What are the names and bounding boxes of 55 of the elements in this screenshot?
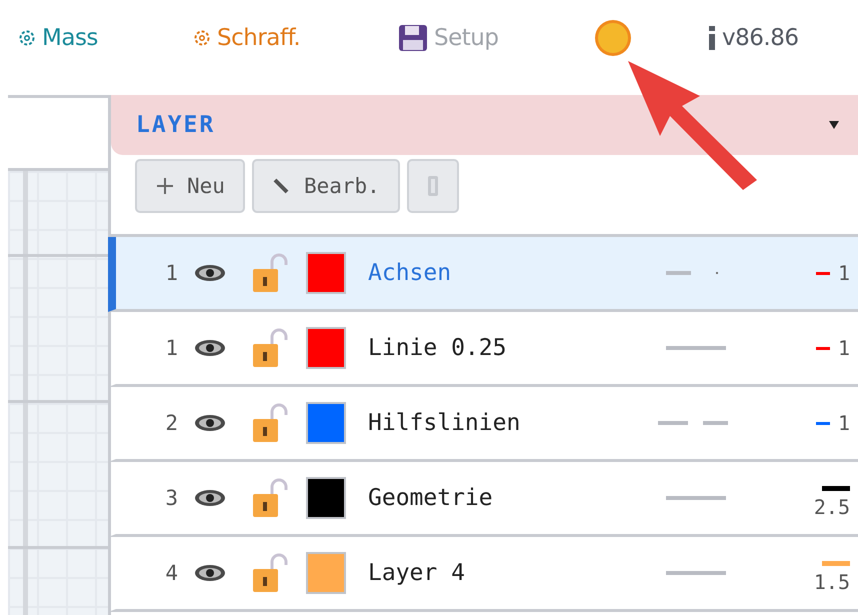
line-width-sample [816, 422, 830, 424]
color-swatch[interactable] [306, 402, 346, 444]
theme-toggle-button[interactable] [593, 18, 633, 58]
line-width-value: 1 [838, 261, 850, 285]
color-swatch[interactable] [306, 252, 346, 294]
layer-number: 3 [164, 486, 178, 510]
line-width-sample [822, 486, 850, 490]
unlocked-padlock-icon[interactable] [252, 403, 290, 443]
line-width-value: 2.5 [814, 494, 850, 518]
toolbar-button[interactable]: Mass [18, 24, 98, 50]
version-button[interactable]: v86.86 [708, 24, 798, 50]
eye-icon[interactable] [194, 339, 226, 357]
unlocked-padlock-icon[interactable] [252, 253, 290, 293]
layer-name: Achsen [368, 260, 452, 286]
layer-row[interactable]: 1 Linie 0.25 1 [108, 312, 858, 387]
eye-icon[interactable] [194, 564, 226, 582]
line-width-sample [816, 272, 830, 274]
unlocked-padlock-icon[interactable] [252, 328, 290, 368]
line-width-value: 1 [838, 411, 850, 435]
plus-icon [155, 176, 175, 196]
eye-icon[interactable] [194, 264, 226, 282]
sun-icon [593, 18, 633, 58]
layer-number: 2 [164, 411, 178, 435]
line-width-value: 1 [838, 336, 850, 360]
line-width-sample [816, 346, 830, 350]
line-width-value: 1.5 [814, 570, 850, 594]
color-swatch[interactable] [306, 327, 346, 369]
unlocked-padlock-icon[interactable] [252, 553, 290, 593]
layer-name: Layer 4 [368, 560, 466, 586]
eye-icon[interactable] [194, 489, 226, 507]
info-icon [708, 26, 716, 50]
unlocked-padlock-icon[interactable] [252, 478, 290, 518]
layer-row[interactable]: 2 Hilfslinien 1 [108, 387, 858, 462]
caret-down-icon [828, 120, 840, 130]
layer-number: 4 [164, 561, 178, 585]
layer-number: 1 [164, 261, 178, 285]
line-style-preview [658, 420, 728, 426]
line-width-sample [822, 560, 850, 566]
gear-icon [193, 28, 211, 46]
layer-row[interactable]: 3 Geometrie 2.5 [108, 462, 858, 537]
eye-icon[interactable] [194, 414, 226, 432]
panel-button[interactable]: Neu [135, 159, 245, 213]
panel-header[interactable]: LAYER [111, 95, 858, 155]
layer-name: Geometrie [368, 485, 494, 511]
panel-button[interactable]: Bearb. [252, 159, 400, 213]
layer-row[interactable]: 1 Achsen 1 [108, 237, 858, 312]
layer-name: Hilfslinien [368, 410, 522, 436]
layer-number: 1 [164, 336, 178, 360]
gear-icon [18, 28, 36, 46]
color-swatch[interactable] [306, 552, 346, 594]
layer-row[interactable]: 4 Layer 4 1.5 [108, 537, 858, 612]
trash-icon [426, 175, 439, 197]
layer-name: Linie 0.25 [368, 335, 508, 361]
panel-title: LAYER [136, 112, 216, 138]
color-swatch[interactable] [306, 477, 346, 519]
